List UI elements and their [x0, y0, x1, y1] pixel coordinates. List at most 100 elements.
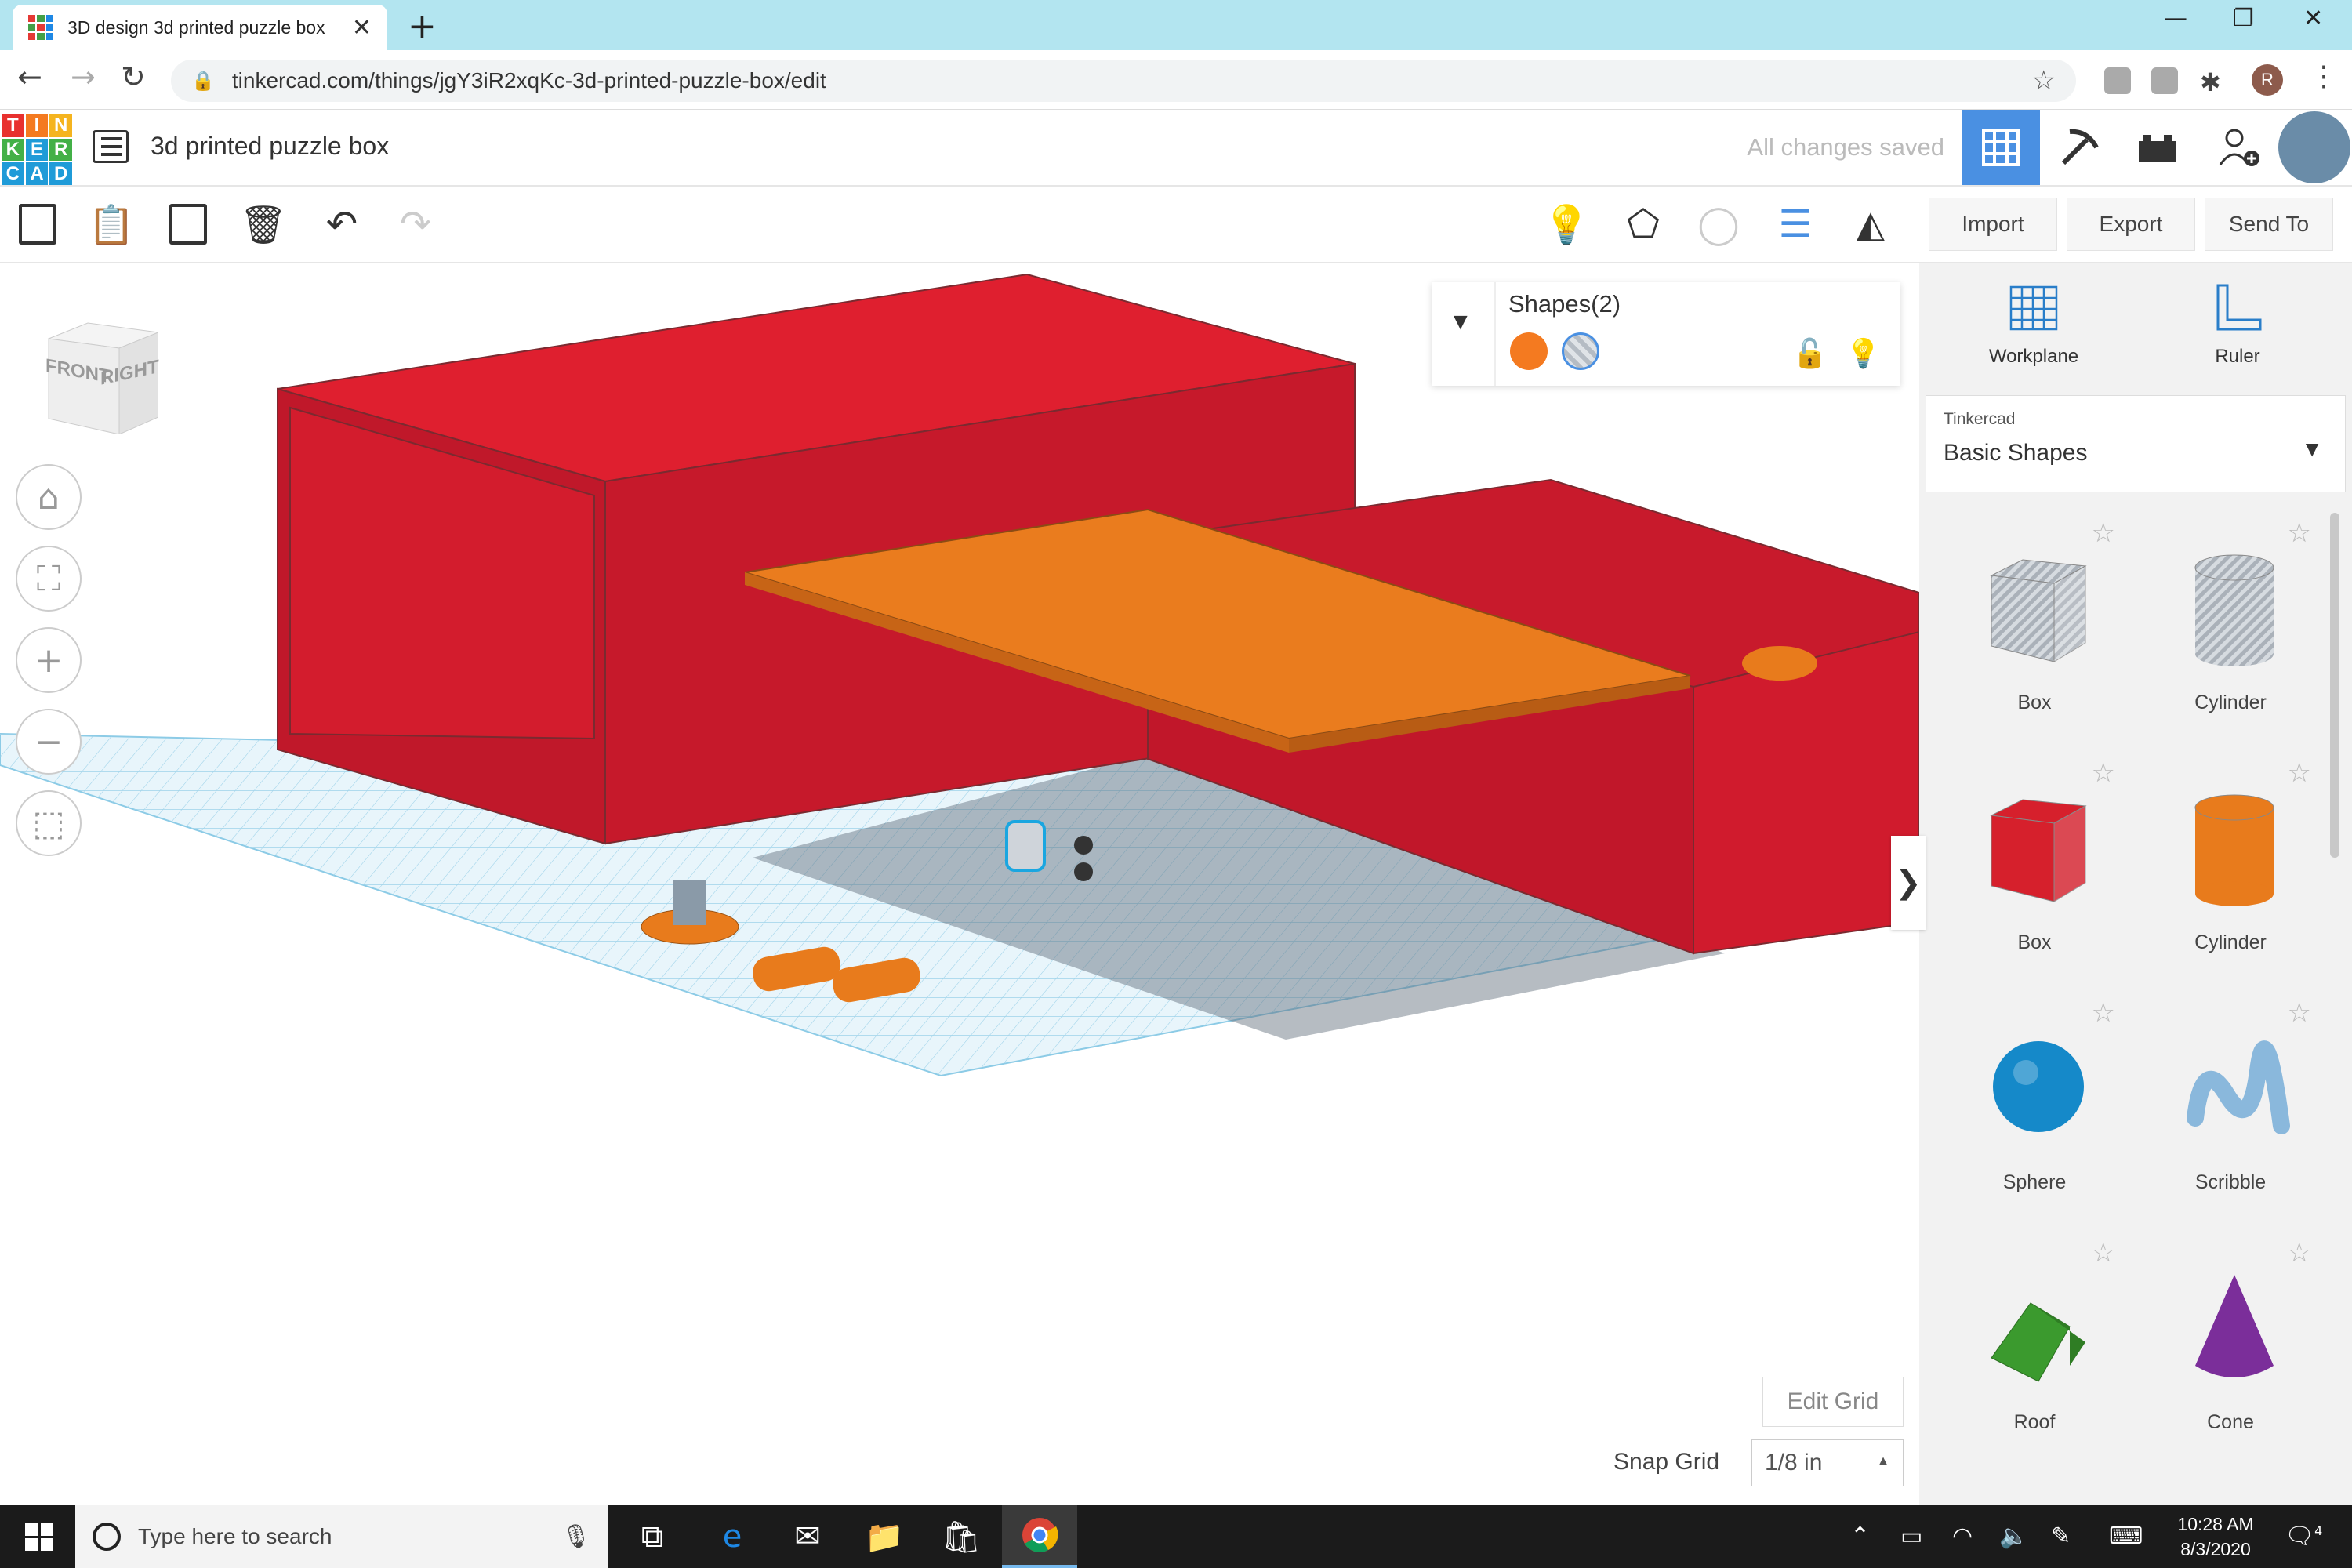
- shape-item-sphere[interactable]: ☆ Sphere: [1936, 993, 2132, 1228]
- shape-item-box[interactable]: ☆ Box: [1936, 753, 2132, 988]
- extension-icon[interactable]: [2104, 67, 2131, 94]
- ruler-tool[interactable]: Ruler: [2159, 282, 2316, 368]
- workplane-tool[interactable]: Workplane: [1955, 282, 2112, 368]
- taskbar-clock[interactable]: 10:28 AM 8/3/2020: [2170, 1512, 2261, 1562]
- minimize-icon[interactable]: —: [2164, 5, 2187, 32]
- user-avatar[interactable]: [2278, 111, 2350, 183]
- logo-letter: N: [49, 114, 72, 137]
- shape-library-dropdown[interactable]: Tinkercad Basic Shapes ▼: [1926, 395, 2346, 492]
- microphone-icon[interactable]: 🎙: [561, 1523, 591, 1551]
- pen-icon[interactable]: ✎: [2051, 1523, 2071, 1550]
- tab-close-icon[interactable]: ✕: [352, 14, 372, 42]
- hole-swatch[interactable]: [1562, 332, 1599, 370]
- snap-grid-select[interactable]: 1/8 in ▲: [1751, 1439, 1904, 1486]
- windows-start-icon[interactable]: [25, 1523, 53, 1551]
- delete-icon[interactable]: 🗑: [240, 201, 288, 248]
- shape-item-roof[interactable]: ☆ Roof: [1936, 1232, 2132, 1468]
- favorite-star-icon[interactable]: ☆: [2092, 1237, 2115, 1269]
- shape-item-cone[interactable]: ☆ Cone: [2132, 1232, 2328, 1468]
- favorite-star-icon[interactable]: ☆: [2288, 517, 2311, 549]
- bricks-view-button[interactable]: [2118, 110, 2197, 185]
- favorite-star-icon[interactable]: ☆: [2288, 1237, 2311, 1269]
- view-cube[interactable]: FRONT RIGHT: [41, 317, 160, 435]
- favorite-star-icon[interactable]: ☆: [2092, 997, 2115, 1029]
- redo-icon[interactable]: ↷: [392, 201, 439, 248]
- ungroup-icon[interactable]: ◯: [1695, 201, 1742, 248]
- keyboard-icon[interactable]: ⌨: [2109, 1523, 2143, 1550]
- chrome-icon[interactable]: [1002, 1505, 1077, 1568]
- 3d-viewport[interactable]: FRONT RIGHT ⌂ ⛶ + − ⬚: [0, 263, 1919, 1505]
- selection-handle[interactable]: [1074, 862, 1093, 881]
- star-icon[interactable]: ☆: [2032, 65, 2056, 96]
- shape-item-cylinder[interactable]: ☆ Cylinder: [2132, 513, 2328, 748]
- dropdown-caret-icon[interactable]: ▼: [2301, 437, 2323, 462]
- browser-tab[interactable]: 3D design 3d printed puzzle box ✕: [13, 5, 387, 50]
- lightbulb-icon[interactable]: 💡: [1543, 201, 1590, 248]
- duplicate-icon[interactable]: [165, 201, 212, 248]
- reload-icon[interactable]: ↻: [121, 60, 146, 94]
- 3d-scene[interactable]: [0, 263, 1919, 1505]
- home-view-icon[interactable]: ⌂: [16, 464, 82, 530]
- blocks-view-button[interactable]: [2040, 110, 2118, 185]
- send-to-button[interactable]: Send To: [2205, 198, 2333, 251]
- small-box-front-wall[interactable]: [1693, 630, 1919, 955]
- edge-browser-icon[interactable]: e: [695, 1505, 770, 1568]
- design-title[interactable]: 3d printed puzzle box: [151, 132, 389, 161]
- window-close-icon[interactable]: ✕: [2303, 5, 2323, 32]
- edit-grid-button[interactable]: Edit Grid: [1762, 1377, 1904, 1427]
- 3d-design-view-button[interactable]: [1962, 110, 2040, 185]
- forward-arrow-icon[interactable]: →: [71, 60, 96, 94]
- copy-icon[interactable]: [14, 201, 61, 248]
- maximize-icon[interactable]: ❐: [2233, 5, 2254, 32]
- shape-item-cylinder[interactable]: ☆ Cylinder: [2132, 753, 2328, 988]
- designs-list-icon[interactable]: [93, 130, 129, 163]
- volume-icon[interactable]: 🔈: [1999, 1523, 2028, 1550]
- group-icon[interactable]: ⬠: [1620, 201, 1667, 248]
- extensions-icon[interactable]: ✱: [2200, 67, 2227, 96]
- mirror-icon[interactable]: ◭: [1847, 201, 1894, 248]
- url-text[interactable]: tinkercad.com/things/jgY3iR2xqKc-3d-prin…: [232, 68, 2032, 93]
- favorite-star-icon[interactable]: ☆: [2288, 997, 2311, 1029]
- zoom-in-icon[interactable]: +: [16, 627, 82, 693]
- new-tab-button[interactable]: +: [408, 6, 437, 46]
- solid-color-swatch[interactable]: [1510, 332, 1548, 370]
- add-collaborator-button[interactable]: [2200, 110, 2278, 185]
- panel-collapse-toggle[interactable]: ❯: [1891, 836, 1926, 930]
- notifications-icon[interactable]: 🗨4: [2285, 1523, 2322, 1550]
- back-arrow-icon[interactable]: ←: [17, 60, 42, 94]
- knob-thread[interactable]: [673, 880, 706, 925]
- taskbar-search[interactable]: Type here to search 🎙: [75, 1505, 608, 1568]
- favorite-star-icon[interactable]: ☆: [2092, 757, 2115, 789]
- lightbulb-icon[interactable]: 💡: [1846, 337, 1881, 370]
- favorite-star-icon[interactable]: ☆: [2288, 757, 2311, 789]
- kebab-menu-icon[interactable]: ⋮: [2310, 60, 2338, 93]
- align-icon[interactable]: ☰: [1772, 201, 1819, 248]
- paste-icon[interactable]: 📋: [88, 201, 135, 248]
- url-bar[interactable]: 🔒 tinkercad.com/things/jgY3iR2xqKc-3d-pr…: [171, 60, 2076, 102]
- extension-icon[interactable]: [2151, 67, 2178, 94]
- export-button[interactable]: Export: [2067, 198, 2195, 251]
- shape-item-box[interactable]: ☆ Box: [1936, 513, 2132, 748]
- zoom-out-icon[interactable]: −: [16, 709, 82, 775]
- collapse-chevron-icon[interactable]: ▼: [1449, 309, 1472, 336]
- favorite-star-icon[interactable]: ☆: [2092, 517, 2115, 549]
- selected-hole-cylinder[interactable]: [1005, 820, 1046, 872]
- small-box-peg[interactable]: [1742, 646, 1817, 681]
- battery-icon[interactable]: ▭: [1900, 1523, 1922, 1550]
- file-explorer-icon[interactable]: 📁: [847, 1505, 922, 1568]
- profile-avatar[interactable]: R: [2252, 64, 2283, 96]
- shapes-scrollbar[interactable]: [2330, 513, 2339, 858]
- undo-icon[interactable]: ↶: [318, 201, 365, 248]
- import-button[interactable]: Import: [1929, 198, 2057, 251]
- store-icon[interactable]: 🛍: [924, 1505, 999, 1568]
- shape-item-scribble[interactable]: ☆ Scribble: [2132, 993, 2328, 1228]
- show-hidden-icons-icon[interactable]: ⌃: [1850, 1523, 1870, 1550]
- perspective-icon[interactable]: ⬚: [16, 790, 82, 856]
- wifi-icon[interactable]: ◠: [1952, 1523, 1973, 1550]
- unlock-icon[interactable]: 🔓: [1792, 337, 1828, 370]
- task-view-icon[interactable]: ⧉: [615, 1505, 690, 1568]
- mail-icon[interactable]: ✉: [770, 1505, 845, 1568]
- fit-view-icon[interactable]: ⛶: [16, 546, 82, 612]
- selection-handle[interactable]: [1074, 836, 1093, 855]
- tinkercad-logo[interactable]: TIN KER CAD: [2, 114, 72, 185]
